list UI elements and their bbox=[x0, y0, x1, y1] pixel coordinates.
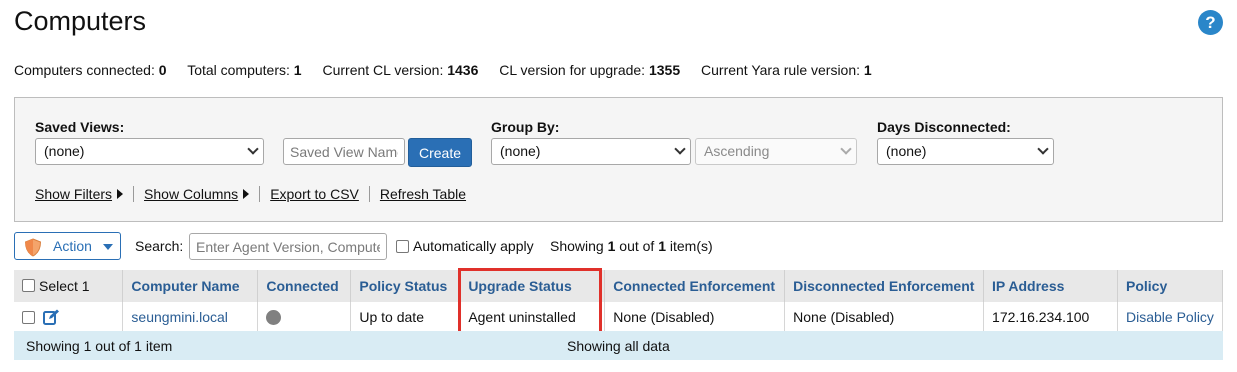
saved-views-select[interactable]: (none) bbox=[35, 138, 264, 165]
cell-connected bbox=[257, 302, 352, 333]
cell-ip-address: 172.16.234.100 bbox=[983, 302, 1118, 333]
caret-down-icon bbox=[103, 244, 113, 250]
cell-disconnected-enforcement: None (Disabled) bbox=[784, 302, 985, 333]
refresh-table-link[interactable]: Refresh Table bbox=[380, 186, 466, 202]
chevron-down-icon bbox=[1037, 143, 1049, 155]
edit-icon[interactable] bbox=[42, 309, 59, 325]
cell-policy: Disable Policy bbox=[1117, 302, 1223, 333]
search-label: Search: bbox=[135, 238, 184, 254]
select-all-checkbox[interactable] bbox=[22, 279, 35, 292]
page-title: Computers bbox=[14, 6, 147, 36]
group-by-value: (none) bbox=[500, 143, 541, 159]
col-connected-enforcement[interactable]: Connected Enforcement bbox=[604, 270, 786, 302]
footer-item-count: Showing 1 out of 1 item bbox=[26, 338, 173, 354]
panel-links: Show Filters Show Columns Export to CSV … bbox=[35, 186, 466, 202]
cell-select bbox=[14, 302, 124, 333]
col-connected[interactable]: Connected bbox=[257, 270, 352, 302]
sort-order-select[interactable]: Ascending bbox=[695, 138, 857, 165]
saved-view-name-input[interactable] bbox=[283, 138, 405, 165]
caret-right-icon bbox=[117, 189, 124, 199]
stat-cl-version-upgrade: CL version for upgrade: 1355 bbox=[499, 62, 681, 78]
col-ip-address[interactable]: IP Address bbox=[983, 270, 1118, 302]
chevron-down-icon bbox=[247, 143, 259, 155]
days-disconnected-label: Days Disconnected: bbox=[877, 119, 1011, 135]
days-disconnected-value: (none) bbox=[886, 143, 927, 159]
col-policy-status[interactable]: Policy Status bbox=[350, 270, 461, 302]
divider bbox=[259, 186, 261, 202]
action-label: Action bbox=[53, 238, 92, 254]
table-footer: Showing 1 out of 1 item Showing all data bbox=[14, 331, 1223, 360]
computer-name-link[interactable]: seungmini.local bbox=[131, 309, 228, 325]
saved-views-label: Saved Views: bbox=[35, 119, 125, 135]
row-checkbox[interactable] bbox=[22, 310, 35, 324]
shield-icon bbox=[24, 238, 42, 257]
stats-bar: Computers connected: 0 Total computers: … bbox=[14, 62, 889, 78]
col-upgrade-status[interactable]: Upgrade Status bbox=[459, 270, 606, 302]
connection-status-icon bbox=[266, 310, 282, 326]
export-csv-link[interactable]: Export to CSV bbox=[270, 186, 359, 202]
stat-computers-connected: Computers connected: 0 bbox=[14, 62, 167, 78]
policy-link[interactable]: Disable Policy bbox=[1126, 309, 1214, 325]
saved-views-value: (none) bbox=[44, 143, 85, 159]
col-disconnected-enforcement[interactable]: Disconnected Enforcement bbox=[784, 270, 985, 302]
group-by-label: Group By: bbox=[491, 119, 560, 135]
chevron-down-icon bbox=[674, 143, 686, 155]
divider bbox=[368, 186, 370, 202]
stat-yara-rule-version: Current Yara rule version: 1 bbox=[701, 62, 872, 78]
show-filters-link[interactable]: Show Filters bbox=[35, 186, 112, 202]
cell-upgrade-status: Agent uninstalled bbox=[459, 302, 606, 333]
computers-table: Select 1 Computer Name Connected Policy … bbox=[14, 270, 1223, 333]
stat-total-computers: Total computers: 1 bbox=[187, 62, 302, 78]
cell-connected-enforcement: None (Disabled) bbox=[604, 302, 786, 333]
search-input[interactable] bbox=[189, 233, 387, 260]
days-disconnected-select[interactable]: (none) bbox=[877, 138, 1054, 165]
cell-computer-name: seungmini.local bbox=[122, 302, 259, 333]
show-columns-link[interactable]: Show Columns bbox=[144, 186, 238, 202]
col-select[interactable]: Select 1 bbox=[14, 270, 124, 302]
help-icon[interactable]: ? bbox=[1198, 10, 1223, 35]
col-policy[interactable]: Policy bbox=[1117, 270, 1223, 302]
auto-apply: Automatically apply bbox=[396, 238, 534, 254]
auto-apply-label: Automatically apply bbox=[413, 238, 534, 254]
footer-data-status: Showing all data bbox=[567, 338, 670, 354]
caret-right-icon bbox=[243, 189, 250, 199]
sort-order-value: Ascending bbox=[704, 143, 770, 159]
chevron-down-icon bbox=[840, 143, 852, 155]
table-header-row: Select 1 Computer Name Connected Policy … bbox=[14, 270, 1223, 302]
stat-current-cl-version: Current CL version: 1436 bbox=[322, 62, 479, 78]
table-row: seungmini.local Up to date Agent uninsta… bbox=[14, 302, 1223, 333]
cell-policy-status: Up to date bbox=[350, 302, 461, 333]
divider bbox=[133, 186, 135, 202]
showing-count: Showing 1 out of 1 item(s) bbox=[550, 238, 713, 254]
group-by-select[interactable]: (none) bbox=[491, 138, 691, 165]
action-button[interactable]: Action bbox=[14, 232, 121, 260]
create-button[interactable]: Create bbox=[408, 138, 473, 167]
col-computer-name[interactable]: Computer Name bbox=[122, 270, 259, 302]
filter-panel: Saved Views: (none) Create Group By: (no… bbox=[14, 97, 1223, 222]
auto-apply-checkbox[interactable] bbox=[396, 239, 409, 253]
